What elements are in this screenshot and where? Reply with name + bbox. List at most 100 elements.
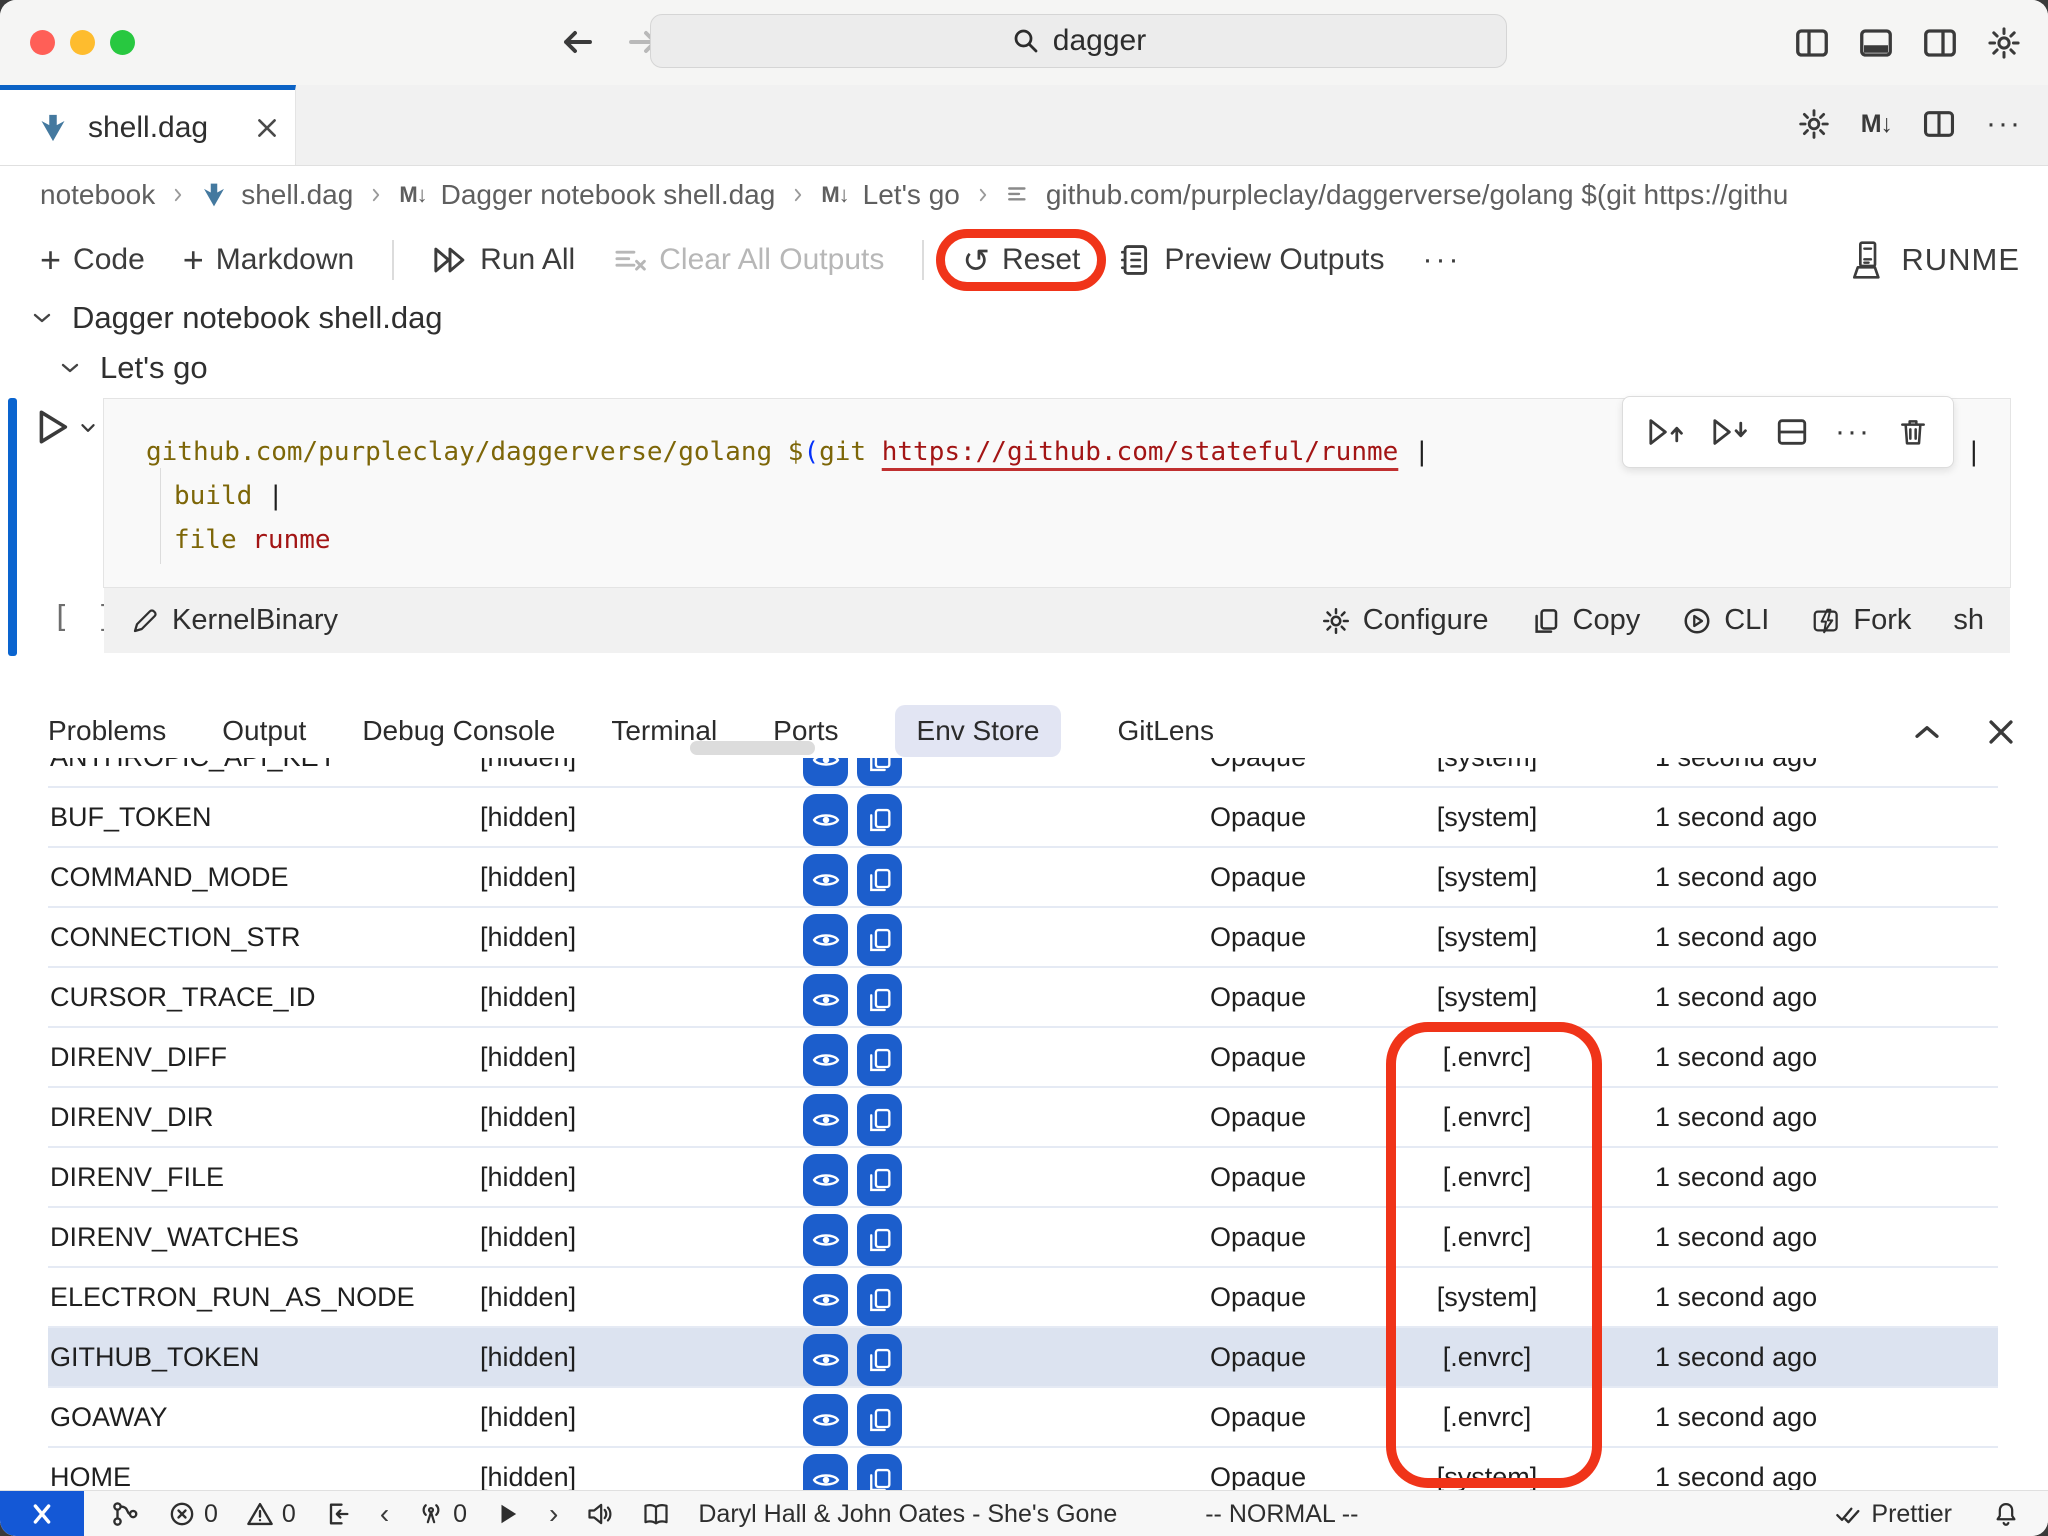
reveal-value-button[interactable]: [803, 1334, 848, 1386]
table-row[interactable]: GOAWAY [hidden] Opaque [.envrc] 1 second…: [48, 1388, 1998, 1448]
breadcrumb-file[interactable]: shell.dag: [241, 179, 353, 211]
table-row[interactable]: BUF_TOKEN [hidden] Opaque [system] 1 sec…: [48, 788, 1998, 848]
chevron-left-icon[interactable]: ‹: [380, 1498, 389, 1530]
panel-tab-gitlens[interactable]: GitLens: [1117, 705, 1214, 757]
remote-indicator[interactable]: [0, 1491, 84, 1536]
now-playing-label[interactable]: Daryl Hall & John Oates - She's Gone: [698, 1500, 1117, 1529]
clear-all-outputs-button[interactable]: Clear All Outputs: [613, 243, 884, 277]
reveal-value-button[interactable]: [803, 1454, 848, 1490]
chevron-right-icon[interactable]: ›: [549, 1498, 558, 1530]
reveal-value-button[interactable]: [803, 1094, 848, 1146]
copy-value-button[interactable]: [857, 1394, 902, 1446]
copy-value-button[interactable]: [857, 854, 902, 906]
table-row[interactable]: ANTHROPIC_API_KEY [hidden] Opaque [syste…: [48, 758, 1998, 788]
cli-button[interactable]: CLI: [1682, 604, 1769, 637]
more-actions-icon[interactable]: ···: [1986, 107, 2022, 141]
table-row[interactable]: DIRENV_DIR [hidden] Opaque [.envrc] 1 se…: [48, 1088, 1998, 1148]
speaker-icon[interactable]: [586, 1500, 614, 1528]
notifications-bell-icon[interactable]: [1992, 1500, 2020, 1528]
close-tab-icon[interactable]: [254, 115, 280, 141]
reset-session-button[interactable]: ↺ Reset: [962, 243, 1080, 277]
panel-tab-output[interactable]: Output: [222, 705, 306, 757]
history-back-button[interactable]: [560, 24, 596, 60]
play-icon[interactable]: [495, 1501, 521, 1527]
table-row[interactable]: COMMAND_MODE [hidden] Opaque [system] 1 …: [48, 848, 1998, 908]
toolbar-more-button[interactable]: ···: [1422, 243, 1461, 277]
toggle-secondary-sidebar-icon[interactable]: [1922, 25, 1958, 61]
warning-count[interactable]: 0: [246, 1500, 296, 1529]
table-row[interactable]: CURSOR_TRACE_ID [hidden] Opaque [system]…: [48, 968, 1998, 1028]
reveal-value-button[interactable]: [803, 914, 848, 966]
copy-button[interactable]: Copy: [1531, 604, 1641, 637]
split-cell-icon[interactable]: [1775, 415, 1809, 449]
table-row[interactable]: HOME [hidden] Opaque [system] 1 second a…: [48, 1448, 1998, 1490]
copy-value-button[interactable]: [857, 1094, 902, 1146]
reveal-value-button[interactable]: [803, 854, 848, 906]
reveal-value-button[interactable]: [803, 758, 848, 786]
add-markdown-cell-button[interactable]: + Markdown: [183, 239, 354, 281]
copy-value-button[interactable]: [857, 1034, 902, 1086]
reveal-value-button[interactable]: [803, 974, 848, 1026]
export-markdown-icon[interactable]: M↓: [1861, 110, 1892, 139]
tab-shell-dag[interactable]: shell.dag: [0, 85, 296, 165]
table-row[interactable]: GITHUB_TOKEN [hidden] Opaque [.envrc] 1 …: [48, 1328, 1998, 1388]
cell-language-label[interactable]: sh: [1953, 604, 1984, 637]
prettier-status[interactable]: Prettier: [1835, 1500, 1952, 1529]
close-window-button[interactable]: [30, 30, 55, 55]
panel-tab-env-store[interactable]: Env Store: [895, 705, 1062, 757]
table-row[interactable]: ELECTRON_RUN_AS_NODE [hidden] Opaque [sy…: [48, 1268, 1998, 1328]
copy-value-button[interactable]: [857, 914, 902, 966]
breadcrumb-section[interactable]: Let's go: [863, 179, 960, 211]
copy-value-button[interactable]: [857, 1274, 902, 1326]
reading-book-icon[interactable]: [642, 1500, 670, 1528]
breadcrumb-notebook[interactable]: notebook: [40, 179, 155, 211]
panel-tab-problems[interactable]: Problems: [48, 705, 166, 757]
run-all-button[interactable]: Run All: [432, 243, 575, 277]
panel-scrollbar-thumb[interactable]: [690, 741, 815, 755]
table-row[interactable]: DIRENV_DIFF [hidden] Opaque [.envrc] 1 s…: [48, 1028, 1998, 1088]
table-row[interactable]: DIRENV_WATCHES [hidden] Opaque [.envrc] …: [48, 1208, 1998, 1268]
source-control-graph-icon[interactable]: [110, 1499, 140, 1529]
reveal-value-button[interactable]: [803, 1034, 848, 1086]
zoom-window-button[interactable]: [110, 30, 135, 55]
close-panel-icon[interactable]: [1984, 715, 2018, 749]
breadcrumb-cell-command[interactable]: github.com/purpleclay/daggerverse/golang…: [1046, 179, 1788, 211]
copy-value-button[interactable]: [857, 794, 902, 846]
breadcrumb-notebook-title[interactable]: Dagger notebook shell.dag: [441, 179, 776, 211]
sign-out-icon[interactable]: [324, 1500, 352, 1528]
error-count[interactable]: 0: [168, 1500, 218, 1529]
reveal-value-button[interactable]: [803, 794, 848, 846]
panel-tab-debug-console[interactable]: Debug Console: [362, 705, 555, 757]
reveal-value-button[interactable]: [803, 1274, 848, 1326]
reveal-value-button[interactable]: [803, 1394, 848, 1446]
chevron-down-icon[interactable]: [58, 356, 82, 380]
chevron-down-icon[interactable]: [30, 306, 54, 330]
command-center-search[interactable]: dagger: [650, 14, 1507, 68]
add-code-cell-button[interactable]: + Code: [40, 239, 145, 281]
vim-mode-indicator[interactable]: -- NORMAL --: [1205, 1500, 1358, 1529]
configure-button[interactable]: Configure: [1321, 604, 1489, 637]
copy-value-button[interactable]: [857, 974, 902, 1026]
cell-more-actions-icon[interactable]: ···: [1835, 415, 1871, 449]
delete-cell-icon[interactable]: [1897, 416, 1929, 448]
kernel-picker[interactable]: KernelBinary: [130, 604, 338, 637]
notebook-settings-gear-icon[interactable]: [1797, 107, 1831, 141]
maximize-panel-icon[interactable]: [1910, 715, 1944, 749]
reveal-value-button[interactable]: [803, 1214, 848, 1266]
settings-gear-icon[interactable]: [1986, 25, 2022, 61]
copy-value-button[interactable]: [857, 1454, 902, 1490]
fork-button[interactable]: Fork: [1811, 604, 1911, 637]
execute-below-icon[interactable]: [1711, 416, 1749, 448]
copy-value-button[interactable]: [857, 1334, 902, 1386]
table-row[interactable]: DIRENV_FILE [hidden] Opaque [.envrc] 1 s…: [48, 1148, 1998, 1208]
table-row[interactable]: CONNECTION_STR [hidden] Opaque [system] …: [48, 908, 1998, 968]
copy-value-button[interactable]: [857, 1214, 902, 1266]
toggle-panel-icon[interactable]: [1858, 25, 1894, 61]
run-cell-button[interactable]: [36, 408, 98, 446]
minimize-window-button[interactable]: [70, 30, 95, 55]
split-editor-icon[interactable]: [1922, 107, 1956, 141]
reveal-value-button[interactable]: [803, 1154, 848, 1206]
broadcast-count[interactable]: 0: [417, 1500, 467, 1529]
preview-outputs-button[interactable]: Preview Outputs: [1118, 243, 1384, 277]
execute-above-icon[interactable]: [1647, 416, 1685, 448]
